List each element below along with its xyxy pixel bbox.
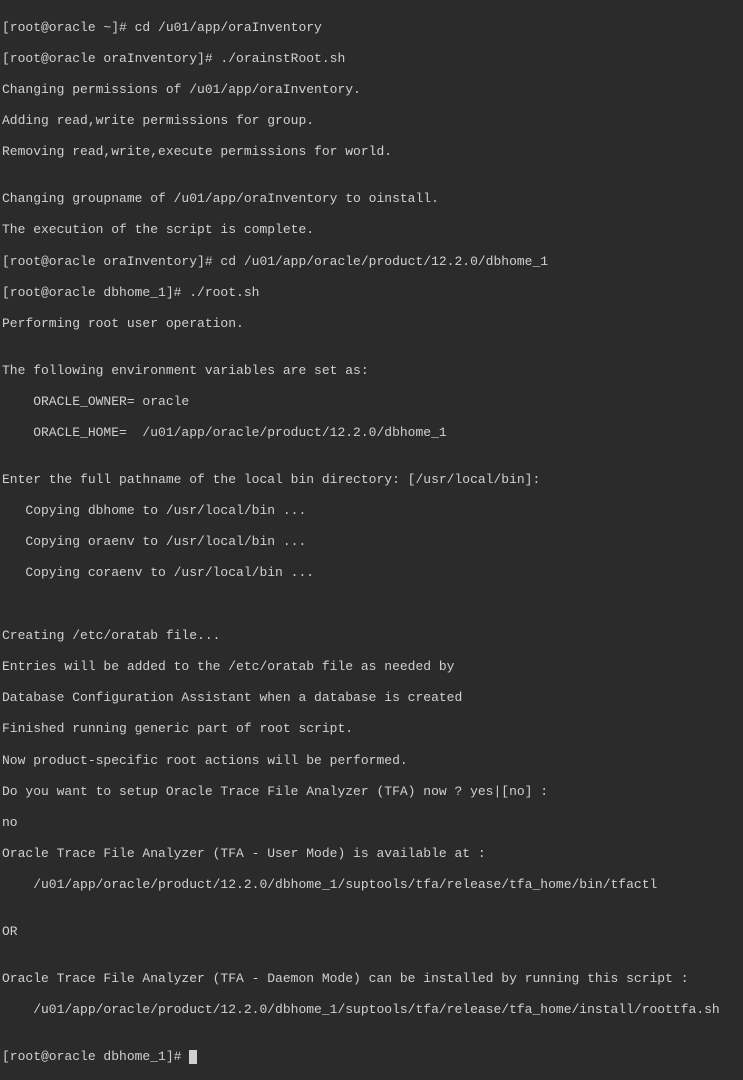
terminal-line: The following environment variables are …: [2, 363, 741, 379]
terminal-line: Copying oraenv to /usr/local/bin ...: [2, 534, 741, 550]
terminal-line: [root@oracle ~]# cd /u01/app/oraInventor…: [2, 20, 741, 36]
terminal-line: Oracle Trace File Analyzer (TFA - Daemon…: [2, 971, 741, 987]
terminal-line: Changing groupname of /u01/app/oraInvent…: [2, 191, 741, 207]
terminal-line: /u01/app/oracle/product/12.2.0/dbhome_1/…: [2, 877, 741, 893]
terminal-line: Adding read,write permissions for group.: [2, 113, 741, 129]
cursor-icon: [189, 1050, 197, 1064]
terminal-line: ORACLE_HOME= /u01/app/oracle/product/12.…: [2, 425, 741, 441]
terminal-line: Copying dbhome to /usr/local/bin ...: [2, 503, 741, 519]
terminal-line: ORACLE_OWNER= oracle: [2, 394, 741, 410]
terminal-line: no: [2, 815, 741, 831]
terminal-line: [root@oracle oraInventory]# cd /u01/app/…: [2, 254, 741, 270]
terminal-line: Removing read,write,execute permissions …: [2, 144, 741, 160]
terminal-line: Now product-specific root actions will b…: [2, 753, 741, 769]
terminal-line: Finished running generic part of root sc…: [2, 721, 741, 737]
terminal-line: Do you want to setup Oracle Trace File A…: [2, 784, 741, 800]
terminal-line: Copying coraenv to /usr/local/bin ...: [2, 565, 741, 581]
terminal-prompt-line: [root@oracle dbhome_1]#: [2, 1049, 741, 1065]
terminal-line: [root@oracle dbhome_1]# ./root.sh: [2, 285, 741, 301]
terminal-line: Database Configuration Assistant when a …: [2, 690, 741, 706]
terminal-line: OR: [2, 924, 741, 940]
terminal-line: Entries will be added to the /etc/oratab…: [2, 659, 741, 675]
terminal-prompt: [root@oracle dbhome_1]#: [2, 1049, 189, 1064]
terminal-line: Oracle Trace File Analyzer (TFA - User M…: [2, 846, 741, 862]
terminal-output[interactable]: [root@oracle ~]# cd /u01/app/oraInventor…: [2, 4, 741, 1080]
terminal-line: /u01/app/oracle/product/12.2.0/dbhome_1/…: [2, 1002, 741, 1018]
terminal-line: Changing permissions of /u01/app/oraInve…: [2, 82, 741, 98]
terminal-line: [root@oracle oraInventory]# ./orainstRoo…: [2, 51, 741, 67]
terminal-line: Performing root user operation.: [2, 316, 741, 332]
terminal-line: Creating /etc/oratab file...: [2, 628, 741, 644]
terminal-line: Enter the full pathname of the local bin…: [2, 472, 741, 488]
terminal-line: The execution of the script is complete.: [2, 222, 741, 238]
